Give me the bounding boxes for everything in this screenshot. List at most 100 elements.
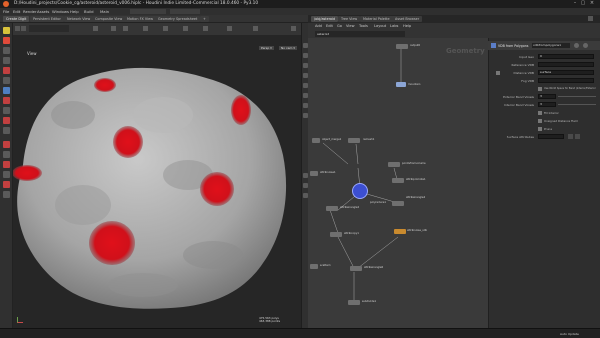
menu-edit[interactable]: Edit [13, 9, 20, 14]
viewport-no-cam-button[interactable]: No cam ▾ [279, 46, 297, 50]
param-field-interior-band[interactable]: 3 [538, 102, 556, 107]
node-attribwrangle2[interactable] [326, 206, 338, 211]
gear-icon[interactable] [574, 43, 579, 48]
menu-render[interactable]: Render [23, 9, 37, 14]
viewport-back-arrow-icon[interactable] [15, 26, 20, 31]
scene-viewport[interactable]: View Persp ▾ No cam ▾ 475,563 polys 463,… [13, 35, 301, 329]
menu-assets[interactable]: Assets [37, 9, 49, 14]
node-remesh1[interactable] [348, 138, 360, 143]
net-menu-edit[interactable]: Edit [326, 24, 333, 28]
tab-asset-browser[interactable]: Asset Browser [392, 16, 423, 22]
exterior-band-slider[interactable] [558, 96, 596, 97]
node-attribwrangle6[interactable] [350, 266, 362, 271]
camera-tool-icon[interactable] [3, 191, 10, 198]
param-field-fog-vdb[interactable] [538, 78, 594, 83]
lighting-icon[interactable] [143, 26, 148, 31]
node-graph[interactable]: Geometry output0 mountain object_merge1 … [308, 38, 488, 328]
net-menu-help[interactable]: Help [403, 24, 411, 28]
param-field-reference-vdb[interactable] [538, 62, 594, 67]
shading-mode-icon[interactable] [111, 26, 116, 31]
measure-tool-icon[interactable] [3, 117, 10, 124]
menu-help[interactable]: Help [70, 9, 79, 14]
viewport-settings-icon[interactable] [291, 26, 296, 31]
flag-tool-icon[interactable] [3, 171, 10, 178]
viewport-path-field[interactable] [29, 25, 69, 32]
wireframe-icon[interactable] [123, 26, 128, 31]
scale-tool-icon[interactable] [3, 57, 10, 64]
scene-selector[interactable] [170, 9, 200, 14]
param-field-surface-attributes[interactable] [538, 134, 564, 139]
paint-tool-icon[interactable] [3, 127, 10, 134]
node-object-merge1[interactable] [312, 138, 320, 143]
node-scatter1[interactable] [310, 264, 318, 269]
handle-tool-icon[interactable] [3, 67, 10, 74]
node-name-field[interactable]: vdbfrompolygons1 [532, 43, 570, 48]
tab-geometry-spreadsheet[interactable]: Geometry Spreadsheet [155, 16, 201, 22]
node-subdivide1[interactable] [348, 300, 360, 305]
tab-obj-asteroid[interactable]: /obj/asteroid [311, 16, 339, 22]
menu-windows[interactable]: Windows [52, 9, 69, 14]
magnet-tool-icon[interactable] [3, 161, 10, 168]
param-field-exterior-band[interactable]: 3 [538, 94, 556, 99]
menu-main[interactable]: Main [100, 9, 109, 14]
minimize-button[interactable]: – [572, 1, 578, 6]
brush-tool-icon[interactable] [3, 97, 10, 104]
node-attribpromote1[interactable] [392, 178, 404, 183]
add-attribute-button[interactable] [568, 134, 573, 139]
node-mountain[interactable] [396, 82, 406, 87]
active-node-disk-icon[interactable] [352, 183, 368, 199]
flipbook-icon[interactable] [183, 26, 188, 31]
render-region-icon[interactable] [253, 26, 258, 31]
param-field-distance-vdb[interactable]: surface [538, 70, 594, 75]
tab-tree-view[interactable]: Tree View [338, 16, 361, 22]
node-attribcopy1[interactable] [330, 232, 342, 237]
node-attribnoise1[interactable] [310, 171, 318, 176]
net-menu-labs[interactable]: Labs [390, 24, 398, 28]
visualize-icon[interactable] [227, 26, 232, 31]
viewport-camera-button[interactable]: Persp ▾ [259, 46, 274, 50]
auto-update-button[interactable]: Auto Update [560, 332, 579, 336]
maximize-button[interactable]: ▢ [580, 1, 586, 6]
tab-material-palette[interactable]: Material Palette [360, 16, 393, 22]
net-menu-view[interactable]: View [346, 24, 355, 28]
node-pointsfromvolume[interactable] [388, 162, 400, 167]
display-options-icon[interactable] [93, 26, 98, 31]
snapshot-icon[interactable] [203, 26, 208, 31]
tab-motion-fx-view[interactable]: Motion FX View [124, 16, 156, 22]
network-path-field[interactable]: asteroid [315, 31, 405, 37]
close-button[interactable]: × [589, 1, 595, 6]
node-output0[interactable] [396, 44, 408, 49]
help-icon[interactable] [583, 43, 588, 48]
peak-tool-icon[interactable] [3, 151, 10, 158]
net-menu-tools[interactable]: Tools [359, 24, 368, 28]
node-attribnoise-vdb[interactable] [394, 229, 406, 234]
transform-tool-icon[interactable] [3, 37, 10, 44]
network-pane-menu-icon[interactable] [588, 16, 593, 21]
ghost-icon[interactable] [163, 26, 168, 31]
remove-attribute-button[interactable] [575, 134, 580, 139]
menu-file[interactable]: File [3, 9, 9, 14]
tab-composite-view[interactable]: Composite View [92, 16, 126, 22]
snap-tool-icon[interactable] [3, 107, 10, 114]
unsigned-checkbox[interactable] [538, 119, 542, 123]
pose-tool-icon[interactable] [3, 77, 10, 84]
viewport-forward-arrow-icon[interactable] [21, 26, 26, 31]
node-attribwrangle4[interactable] [392, 201, 404, 206]
add-tab-button[interactable]: + [200, 16, 209, 22]
net-menu-add[interactable]: Add [315, 24, 322, 28]
net-menu-layout[interactable]: Layout [374, 24, 386, 28]
fill-interior-checkbox[interactable] [538, 111, 542, 115]
world-space-checkbox[interactable] [538, 87, 542, 91]
menu-build[interactable]: Build [84, 9, 94, 14]
tab-scene-view[interactable]: Create Digit [3, 16, 30, 22]
param-field-input-geo[interactable]: 0 [538, 54, 594, 59]
light-tool-icon[interactable] [3, 181, 10, 188]
houdini-desktop-selector[interactable] [130, 9, 166, 14]
prune-checkbox[interactable] [538, 127, 542, 131]
tab-persistent-editor[interactable]: Persistent Editor [30, 16, 64, 22]
view-tool-icon[interactable] [3, 87, 10, 94]
lasso-tool-icon[interactable] [3, 141, 10, 148]
select-tool-icon[interactable] [3, 27, 10, 34]
rotate-tool-icon[interactable] [3, 47, 10, 54]
interior-band-slider[interactable] [558, 104, 596, 105]
